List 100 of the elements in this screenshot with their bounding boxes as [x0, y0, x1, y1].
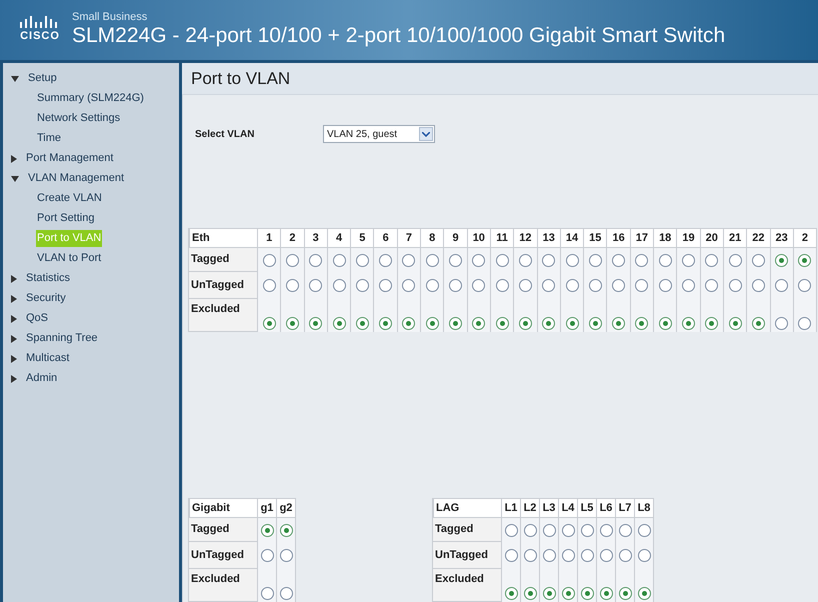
radio-button[interactable] [379, 279, 392, 292]
radio-button[interactable] [260, 587, 274, 600]
menu-item[interactable]: Security [26, 290, 66, 307]
radio-button[interactable] [309, 279, 322, 292]
radio-button[interactable] [496, 254, 509, 266]
radio-selected[interactable] [504, 587, 518, 600]
radio-button[interactable] [752, 279, 765, 292]
radio-selected[interactable] [260, 524, 274, 536]
radio-button[interactable] [775, 279, 788, 292]
radio-selected[interactable] [580, 587, 594, 600]
radio-button[interactable] [542, 279, 556, 292]
radio-selected[interactable] [542, 317, 556, 330]
radio-selected[interactable] [705, 317, 718, 330]
radio-selected[interactable] [356, 317, 369, 330]
radio-selected[interactable] [775, 254, 788, 266]
radio-button[interactable] [580, 549, 594, 562]
radio-selected[interactable] [682, 317, 695, 330]
radio-selected[interactable] [612, 317, 626, 330]
radio-button[interactable] [449, 279, 462, 292]
submenu-item[interactable]: Port Setting [36, 210, 96, 227]
radio-selected[interactable] [635, 317, 648, 330]
radio-button[interactable] [705, 254, 718, 266]
radio-selected[interactable] [332, 317, 346, 330]
radio-button[interactable] [472, 279, 486, 292]
radio-button[interactable] [280, 549, 292, 562]
menu-item[interactable]: VLAN Management [28, 170, 124, 187]
radio-button[interactable] [728, 254, 742, 266]
radio-button[interactable] [496, 279, 509, 292]
collapsed-arrow-icon[interactable] [11, 374, 17, 382]
radio-selected[interactable] [600, 587, 612, 600]
radio-button[interactable] [332, 279, 346, 292]
radio-selected[interactable] [618, 587, 632, 600]
radio-button[interactable] [562, 549, 574, 562]
radio-button[interactable] [612, 279, 626, 292]
radio-selected[interactable] [472, 317, 486, 330]
radio-button[interactable] [286, 254, 299, 266]
radio-button[interactable] [542, 524, 556, 536]
collapsed-arrow-icon[interactable] [11, 294, 17, 302]
radio-button[interactable] [524, 549, 536, 562]
menu-item[interactable]: Setup [28, 70, 57, 87]
radio-button[interactable] [280, 587, 292, 600]
radio-button[interactable] [426, 279, 439, 292]
radio-selected[interactable] [728, 317, 742, 330]
radio-button[interactable] [542, 254, 556, 266]
radio-button[interactable] [566, 279, 578, 292]
radio-button[interactable] [518, 254, 532, 266]
menu-item[interactable]: Admin [26, 370, 58, 387]
radio-button[interactable] [798, 279, 812, 292]
radio-selected[interactable] [566, 317, 578, 330]
radio-button[interactable] [618, 549, 632, 562]
radio-selected[interactable] [379, 317, 392, 330]
radio-button[interactable] [518, 279, 532, 292]
radio-selected[interactable] [286, 317, 299, 330]
radio-selected[interactable] [524, 587, 536, 600]
submenu-item[interactable]: VLAN to Port [36, 250, 102, 267]
submenu-item[interactable]: Summary (SLM224G) [36, 90, 145, 107]
radio-selected[interactable] [309, 317, 322, 330]
collapsed-arrow-icon[interactable] [11, 274, 17, 282]
menu-item[interactable]: Statistics [26, 270, 70, 287]
radio-button[interactable] [566, 254, 578, 266]
radio-selected[interactable] [542, 587, 556, 600]
radio-button[interactable] [588, 279, 602, 292]
radio-button[interactable] [402, 254, 416, 266]
radio-button[interactable] [600, 524, 612, 536]
radio-selected[interactable] [518, 317, 532, 330]
radio-button[interactable] [332, 254, 346, 266]
radio-button[interactable] [798, 317, 812, 330]
collapsed-arrow-icon[interactable] [11, 354, 17, 362]
radio-button[interactable] [682, 254, 695, 266]
radio-button[interactable] [752, 254, 765, 266]
collapsed-arrow-icon[interactable] [11, 314, 17, 322]
menu-item[interactable]: QoS [26, 310, 48, 327]
submenu-item[interactable]: Create VLAN [36, 190, 103, 207]
expanded-arrow-icon[interactable] [11, 176, 19, 182]
radio-button[interactable] [600, 549, 612, 562]
radio-button[interactable] [728, 279, 742, 292]
radio-button[interactable] [638, 524, 650, 536]
radio-button[interactable] [618, 524, 632, 536]
menu-item[interactable]: Multicast [26, 350, 70, 367]
radio-button[interactable] [638, 549, 650, 562]
radio-selected[interactable] [449, 317, 462, 330]
radio-button[interactable] [504, 549, 518, 562]
expanded-arrow-icon[interactable] [11, 76, 19, 82]
radio-selected[interactable] [496, 317, 509, 330]
radio-button[interactable] [472, 254, 486, 266]
radio-button[interactable] [356, 279, 369, 292]
radio-selected[interactable] [562, 587, 574, 600]
radio-button[interactable] [580, 524, 594, 536]
radio-selected[interactable] [658, 317, 672, 330]
radio-button[interactable] [356, 254, 369, 266]
radio-selected[interactable] [262, 317, 276, 330]
radio-selected[interactable] [426, 317, 439, 330]
radio-selected[interactable] [280, 524, 292, 536]
collapsed-arrow-icon[interactable] [11, 334, 17, 342]
radio-button[interactable] [612, 254, 626, 266]
menu-item[interactable]: Spanning Tree [26, 330, 98, 347]
submenu-item[interactable]: Time [36, 130, 62, 147]
radio-selected[interactable] [402, 317, 416, 330]
radio-button[interactable] [658, 254, 672, 266]
radio-button[interactable] [262, 279, 276, 292]
